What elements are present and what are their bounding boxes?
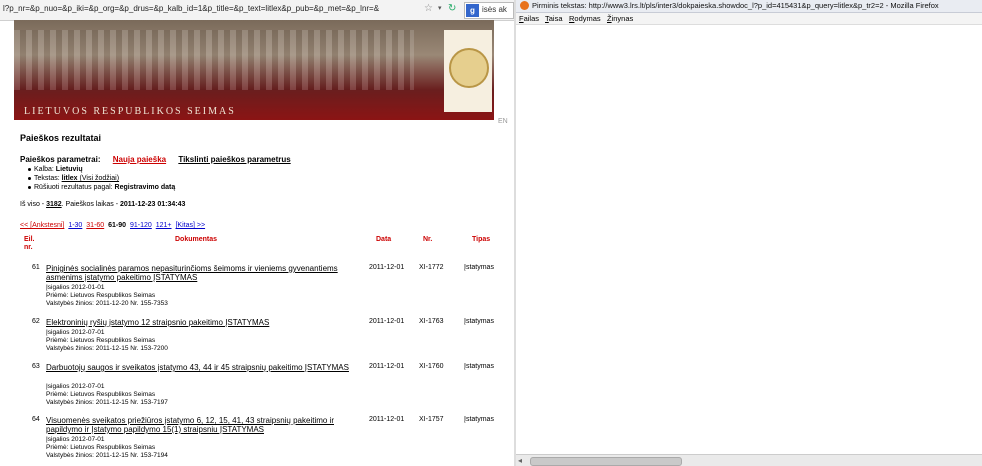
source-view-window: Pirminis tekstas: http://www3.lrs.lt/pls…	[514, 0, 982, 466]
params-label: Paieškos parametrai:	[20, 155, 101, 164]
pager-1-30[interactable]: 1-30	[68, 222, 82, 229]
pager-current: 61-90	[108, 222, 127, 229]
coat-of-arms-icon	[449, 48, 489, 88]
horizontal-scrollbar[interactable]: ◂	[516, 454, 982, 466]
url-text[interactable]: l?p_nr=&p_nuo=&p_iki=&p_org=&p_drus=&p_k…	[3, 4, 379, 13]
chevron-down-icon[interactable]: ▾	[438, 4, 442, 12]
seimas-banner: LIETUVOS RESPUBLIKOS SEIMAS	[14, 20, 494, 120]
english-link[interactable]: EN	[498, 118, 508, 125]
menu-taisa[interactable]: Taisa	[545, 14, 563, 23]
scroll-thumb[interactable]	[530, 457, 682, 466]
window-title: Pirminis tekstas: http://www3.lrs.lt/pls…	[532, 1, 939, 10]
header-type: Tipas	[472, 236, 491, 243]
menu-rodymas[interactable]: Rodymas	[569, 14, 601, 23]
param-language: Kalba: Lietuvių	[28, 166, 83, 173]
menu-zinynas[interactable]: Žinynas	[607, 14, 633, 23]
new-search-link[interactable]: Nauja paieška	[113, 155, 166, 164]
page-title: Paieškos rezultatai	[20, 133, 102, 143]
menu-bar: Failas Taisa Rodymas Žinynas	[516, 13, 982, 25]
document-link[interactable]: Visuomenės sveikatos priežiūros įstatymo…	[46, 416, 368, 434]
refine-search-link[interactable]: Tikslinti paieškos parametrus	[178, 155, 290, 164]
firefox-icon	[520, 1, 529, 10]
document-link[interactable]: Darbuotojų saugos ir sveikatos įstatymo …	[46, 363, 368, 372]
google-icon: g	[466, 4, 479, 17]
document-link[interactable]: Elektroninių ryšių įstatymo 12 straipsni…	[46, 318, 368, 327]
banner-title: LIETUVOS RESPUBLIKOS SEIMAS	[24, 106, 236, 117]
search-box[interactable]: g isės ak	[464, 2, 514, 19]
address-bar[interactable]: l?p_nr=&p_nuo=&p_iki=&p_org=&p_drus=&p_k…	[0, 0, 514, 21]
pager-prev[interactable]: << [Ankstesni]	[20, 222, 64, 229]
reload-icon[interactable]: ↻	[448, 3, 456, 14]
banner-photo	[14, 30, 414, 90]
document-link[interactable]: Piniginės socialinės paramos nepasiturin…	[46, 264, 368, 282]
search-box-text: isės ak	[482, 5, 507, 14]
search-results-window: l?p_nr=&p_nuo=&p_iki=&p_org=&p_drus=&p_k…	[0, 0, 514, 466]
param-sort: Rūšiuoti rezultatus pagal: Registravimo …	[28, 184, 175, 191]
pager-121-plus[interactable]: 121+	[156, 222, 172, 229]
menu-failas[interactable]: Failas	[519, 14, 539, 23]
bookmark-star-icon[interactable]: ☆	[424, 3, 433, 14]
header-date: Data	[376, 236, 392, 243]
header-document: Dokumentas	[175, 236, 218, 243]
pager-31-60[interactable]: 31-60	[86, 222, 104, 229]
search-params: Paieškos parametrai: Nauja paieška Tiksl…	[20, 155, 291, 164]
results-count: 3182	[46, 201, 62, 208]
header-nr: Eil. nr.	[24, 236, 35, 251]
window-title-bar: Pirminis tekstas: http://www3.lrs.lt/pls…	[516, 0, 982, 13]
param-text: Tekstas: litlex (Visi žodžiai)	[28, 175, 119, 182]
results-summary: Iš viso - 3182. Paieškos laikas - 2011-1…	[20, 201, 186, 208]
pagination: << [Ankstesni] 1-30 31-60 61-90 91-120 1…	[20, 222, 207, 229]
pager-91-120[interactable]: 91-120	[130, 222, 152, 229]
header-number: Nr.	[423, 236, 433, 243]
seal-emblem	[444, 30, 492, 112]
scroll-left-icon[interactable]: ◂	[518, 456, 522, 465]
pager-next[interactable]: [Kitas] >>	[175, 222, 205, 229]
